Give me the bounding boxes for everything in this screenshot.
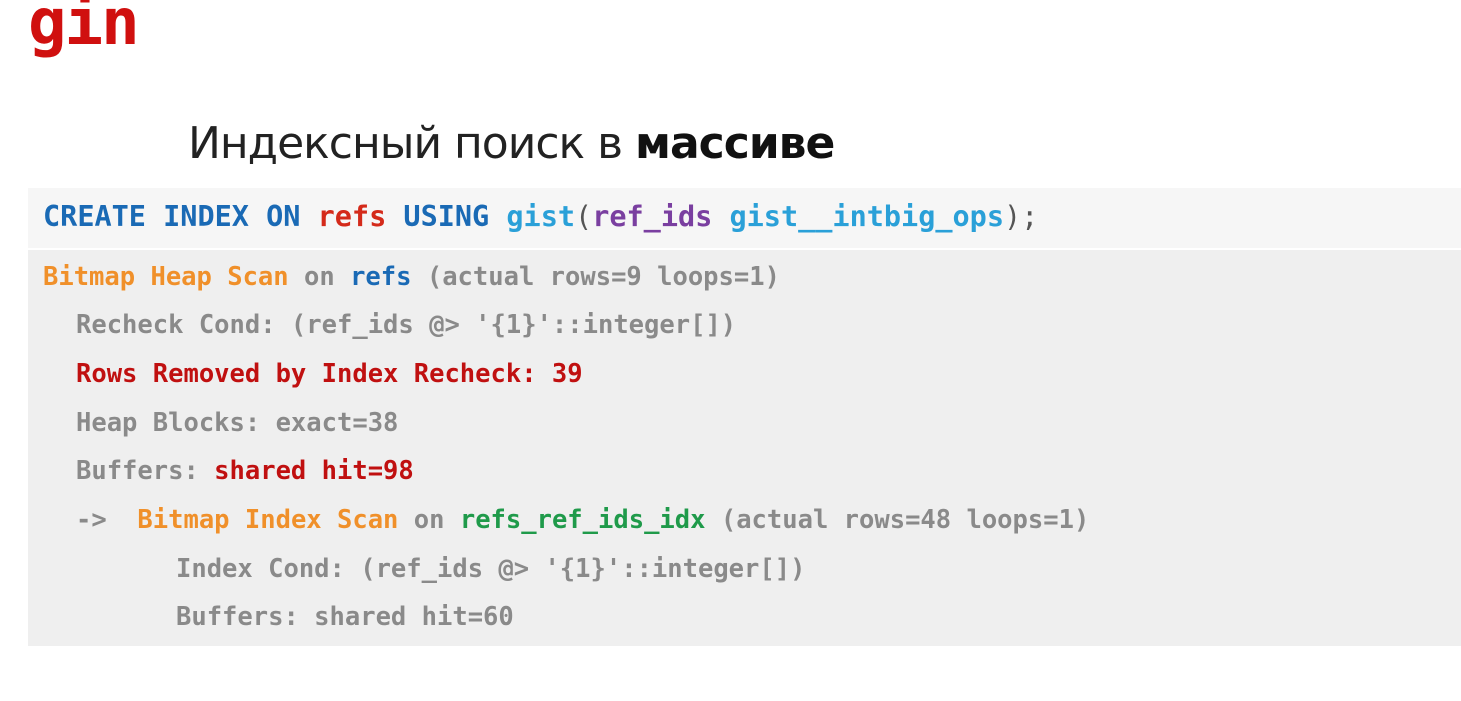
plan-line-heap-scan: Bitmap Heap Scan on refs (actual rows=9 … <box>43 262 780 292</box>
sql-statement: CREATE INDEX ON refs USING gist(ref_ids … <box>43 200 1038 233</box>
plan-node-index-scan: Bitmap Index Scan <box>137 505 399 535</box>
plan-line-index-scan: -> Bitmap Index Scan on refs_ref_ids_idx… <box>76 505 1089 535</box>
sql-keyword-create: CREATE <box>43 200 146 233</box>
sql-close: ); <box>1004 200 1039 233</box>
plan-heap-blocks: Heap Blocks: exact=38 <box>76 408 399 438</box>
sql-index-method: gist <box>506 200 576 233</box>
subtitle-text: Индексный поиск в <box>188 118 635 169</box>
plan-node-heap-scan: Bitmap Heap Scan <box>43 262 289 292</box>
plan-line-buffers: Buffers: shared hit=98 <box>76 456 414 486</box>
plan-table-name: refs <box>350 262 412 292</box>
plan-buffers-value: shared hit=98 <box>214 456 414 486</box>
sql-column-name: ref_ids <box>592 200 713 233</box>
plan-buffers-label: Buffers: <box>76 456 215 486</box>
sql-opclass: gist__intbig_ops <box>729 200 1005 233</box>
sql-table-name: refs <box>317 200 387 233</box>
logo: gin <box>28 0 140 60</box>
sql-keyword-on: ON <box>266 200 301 233</box>
plan-on-index: on <box>398 505 460 535</box>
plan-index-cond: Index Cond: (ref_ids @> '{1}'::integer[]… <box>176 554 806 584</box>
plan-arrow: -> <box>76 505 123 535</box>
subtitle-bold-text: массиве <box>635 118 835 169</box>
plan-on: on <box>288 262 351 292</box>
sql-statement-bar: CREATE INDEX ON refs USING gist(ref_ids … <box>28 188 1461 250</box>
sql-keyword-index: INDEX <box>163 200 249 233</box>
plan-recheck-cond: Recheck Cond: (ref_ids @> '{1}'::integer… <box>76 310 737 340</box>
plan-heap-stats: (actual rows=9 loops=1) <box>411 262 780 292</box>
code-block: CREATE INDEX ON refs USING gist(ref_ids … <box>28 188 1461 646</box>
plan-index-buffers: Buffers: shared hit=60 <box>176 602 514 632</box>
plan-index-name: refs_ref_ids_idx <box>459 505 706 535</box>
sql-keyword-using: USING <box>403 200 490 233</box>
sql-open-paren: ( <box>575 200 593 233</box>
slide-subtitle: Индексный поиск в массиве <box>188 118 835 169</box>
plan-index-stats: (actual rows=48 loops=1) <box>705 505 1090 535</box>
plan-rows-removed: Rows Removed by Index Recheck: 39 <box>76 359 583 389</box>
